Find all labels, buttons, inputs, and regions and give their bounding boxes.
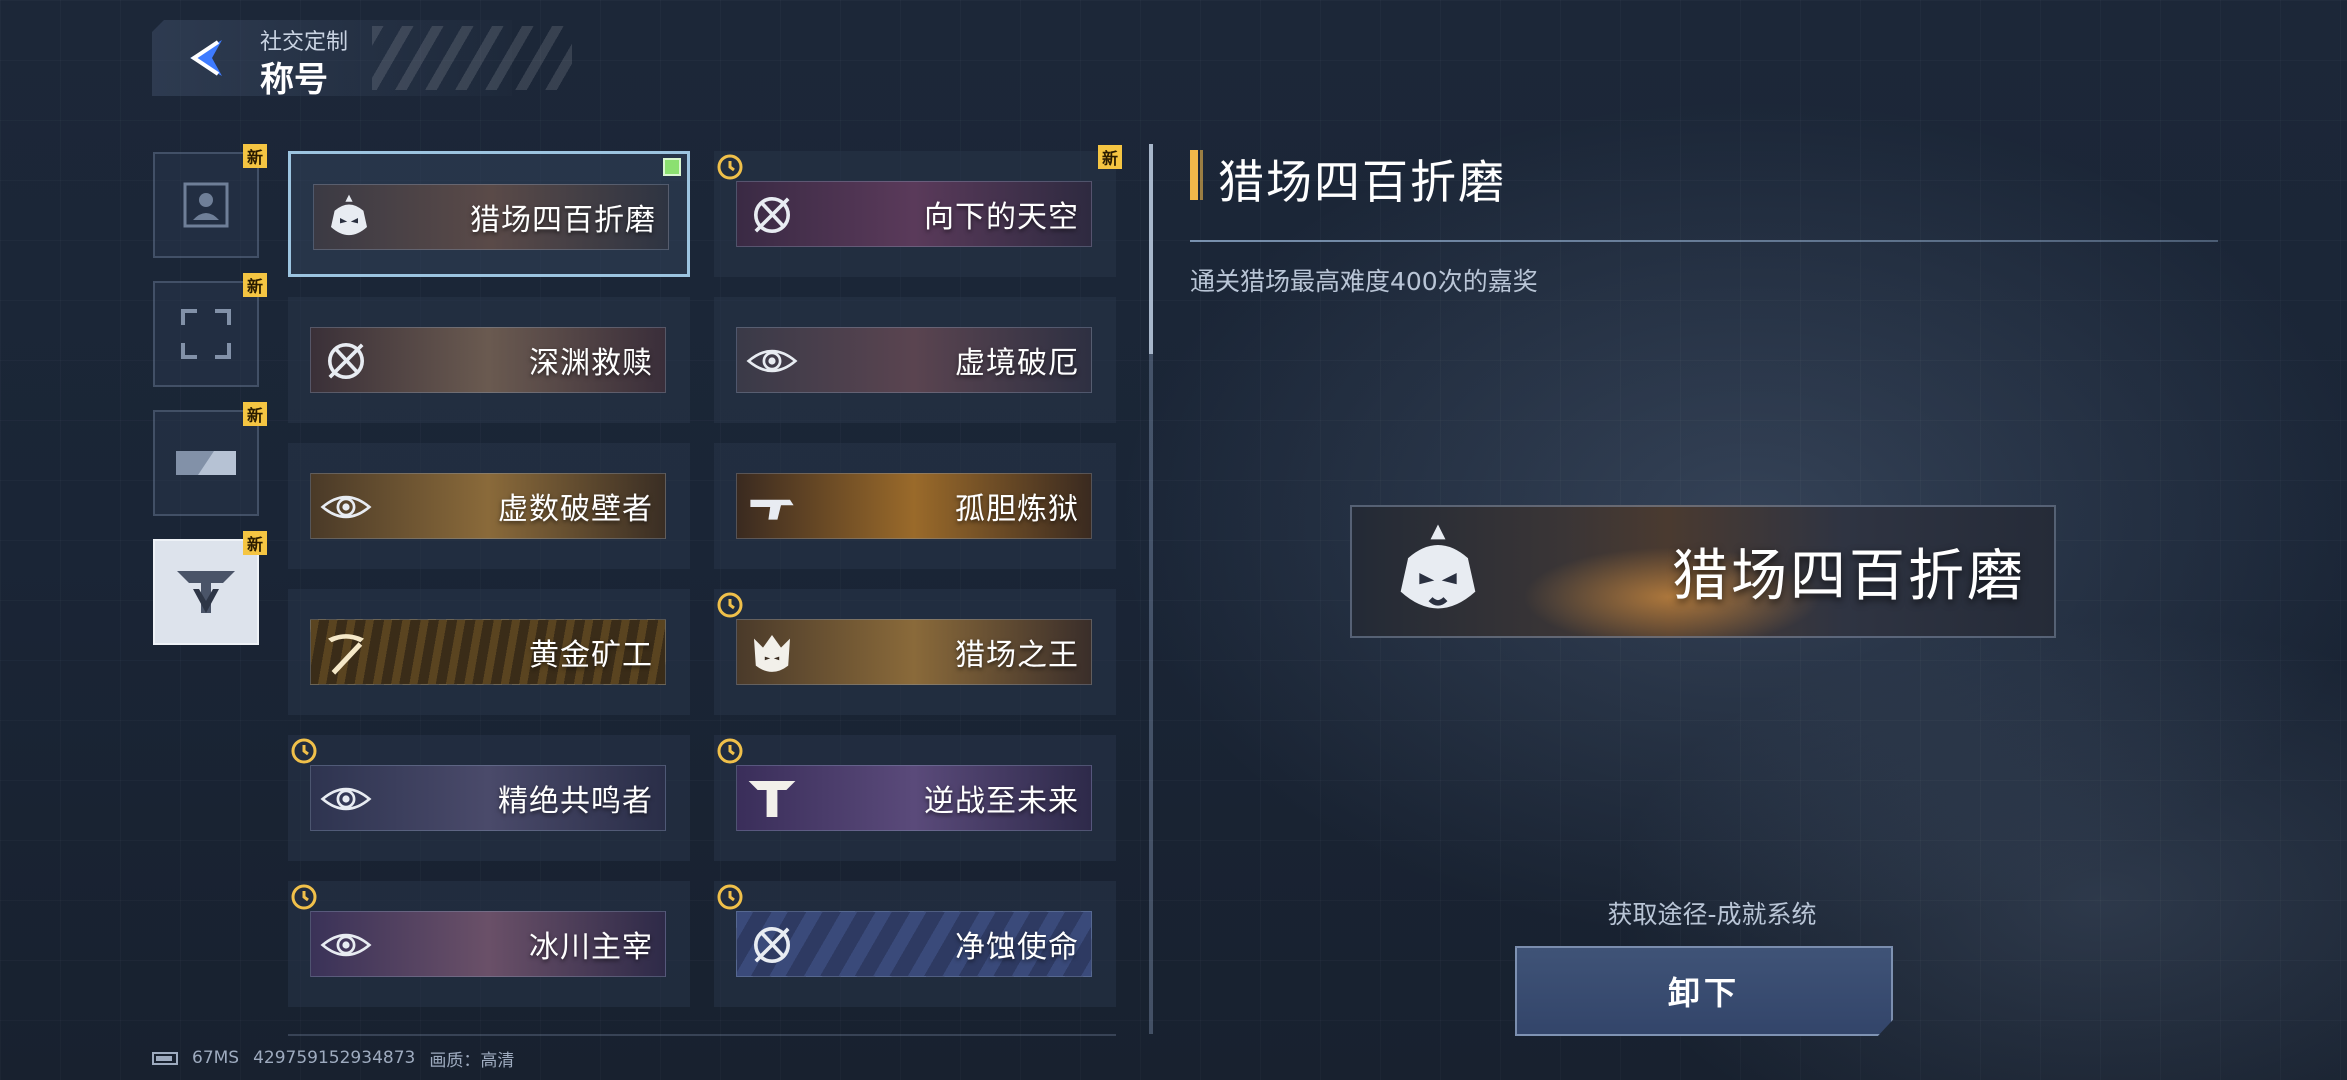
- detail-description: 通关猎场最高难度400次的嘉奖: [1190, 267, 1538, 296]
- new-badge: 新: [243, 273, 267, 297]
- page-title: 称号: [260, 60, 328, 100]
- title-card[interactable]: 净蚀使命: [714, 881, 1116, 1007]
- player-id: 429759152934873: [253, 1048, 416, 1068]
- title-card[interactable]: 冰川主宰: [288, 881, 690, 1007]
- helmet-emblem-icon: [331, 194, 367, 236]
- nz-logo-emblem-icon: [748, 781, 796, 817]
- lion-emblem-icon: [754, 635, 790, 672]
- title-card[interactable]: 逆战至未来: [714, 735, 1116, 861]
- clock-icon: [717, 154, 743, 180]
- title-card[interactable]: 黄金矿工: [288, 589, 690, 715]
- tab-avatar[interactable]: 新: [153, 144, 267, 258]
- title-card[interactable]: 孤胆炼狱: [714, 443, 1116, 569]
- eye-emblem-icon: [320, 495, 372, 519]
- ping-value: 67MS: [192, 1048, 240, 1068]
- title-card[interactable]: 精绝共鸣者: [288, 735, 690, 861]
- clock-icon: [717, 738, 743, 764]
- title-card[interactable]: 猎场之王: [714, 589, 1116, 715]
- title-name: 猎场之王: [955, 638, 1079, 673]
- clock-icon: [291, 884, 317, 910]
- clock-icon: [291, 738, 317, 764]
- eye-emblem-icon: [746, 349, 798, 373]
- acquire-source: 获取途径-成就系统: [1607, 900, 1817, 929]
- title-name: 净蚀使命: [955, 930, 1079, 965]
- card-icon: [176, 451, 236, 475]
- title-name: 向下的天空: [924, 200, 1079, 235]
- title-banner: 猎场四百折磨: [313, 184, 669, 250]
- title-accent-bar: [1190, 150, 1198, 200]
- battery-icon: [152, 1051, 178, 1065]
- preview-title-name: 猎场四百折磨: [1672, 544, 2026, 609]
- title-banner: 精绝共鸣者: [310, 765, 666, 831]
- gun-emblem-icon: [750, 499, 794, 520]
- title-name: 猎场四百折磨: [470, 203, 656, 238]
- eye-emblem-icon: [320, 787, 372, 811]
- title-card[interactable]: 虚数破壁者: [288, 443, 690, 569]
- avatar-icon: [183, 182, 229, 228]
- crossed-circle-emblem-icon: [754, 927, 790, 963]
- title-banner: 冰川主宰: [310, 911, 666, 977]
- frame-icon: [181, 309, 231, 359]
- title-banner: 净蚀使命: [736, 911, 1092, 977]
- pickaxe-emblem-icon: [328, 634, 364, 675]
- title-name: 冰川主宰: [529, 930, 653, 965]
- crossed-circle-emblem-icon: [328, 343, 364, 379]
- title-banner: 逆战至未来: [736, 765, 1092, 831]
- detail-title: 猎场四百折磨: [1218, 155, 1506, 209]
- header-stripes: [372, 26, 572, 90]
- unequip-button-label: 卸下: [1667, 974, 1740, 1012]
- list-divider: [288, 1034, 1116, 1036]
- scrollbar-thumb[interactable]: [1149, 144, 1153, 354]
- back-arrow-icon: [190, 40, 222, 76]
- title-name: 精绝共鸣者: [498, 784, 653, 819]
- crossed-circle-emblem-icon: [754, 197, 790, 233]
- clock-icon: [717, 592, 743, 618]
- detail-divider: [1190, 240, 2218, 242]
- title-name: 逆战至未来: [924, 784, 1079, 819]
- title-banner: 深渊救赎: [310, 327, 666, 393]
- title-banner: 孤胆炼狱: [736, 473, 1092, 539]
- title-banner: 虚数破壁者: [310, 473, 666, 539]
- new-badge: 新: [243, 144, 267, 168]
- title-name: 虚境破厄: [955, 346, 1079, 381]
- quality-setting: 画质：高清: [429, 1050, 515, 1071]
- title-banner: 虚境破厄: [736, 327, 1092, 393]
- tab-frame[interactable]: 新: [153, 273, 267, 387]
- status-footer: 67MS 429759152934873 画质：高清: [152, 1044, 514, 1072]
- unequip-button[interactable]: 卸下: [1515, 946, 1893, 1036]
- title-banner: 向下的天空: [736, 181, 1092, 247]
- title-card[interactable]: 猎场四百折磨: [288, 151, 690, 277]
- title-emblem-icon: [177, 571, 235, 613]
- title-card[interactable]: 向下的天空 新: [714, 145, 1122, 277]
- new-badge: 新: [243, 402, 267, 426]
- equipped-indicator: [663, 158, 681, 176]
- title-banner: 黄金矿工: [310, 619, 666, 685]
- tab-card[interactable]: 新: [153, 402, 267, 516]
- new-badge: 新: [1098, 145, 1122, 169]
- tab-title[interactable]: 新: [153, 531, 267, 645]
- title-name: 深渊救赎: [529, 346, 653, 381]
- title-name: 黄金矿工: [529, 638, 653, 673]
- title-accent-bar-secondary: [1200, 150, 1203, 200]
- new-badge: 新: [243, 531, 267, 555]
- title-preview-banner: 猎场四百折磨: [1350, 505, 2056, 638]
- title-banner: 猎场之王: [736, 619, 1092, 685]
- back-button[interactable]: [182, 34, 230, 82]
- page-header: 社交定制 称号: [152, 20, 572, 100]
- helmet-emblem-icon: [1400, 524, 1476, 609]
- eye-emblem-icon: [320, 933, 372, 957]
- title-name: 孤胆炼狱: [955, 492, 1079, 527]
- clock-icon: [717, 884, 743, 910]
- title-card[interactable]: 虚境破厄: [714, 297, 1116, 423]
- title-name: 虚数破壁者: [498, 492, 653, 527]
- title-card[interactable]: 深渊救赎: [288, 297, 690, 423]
